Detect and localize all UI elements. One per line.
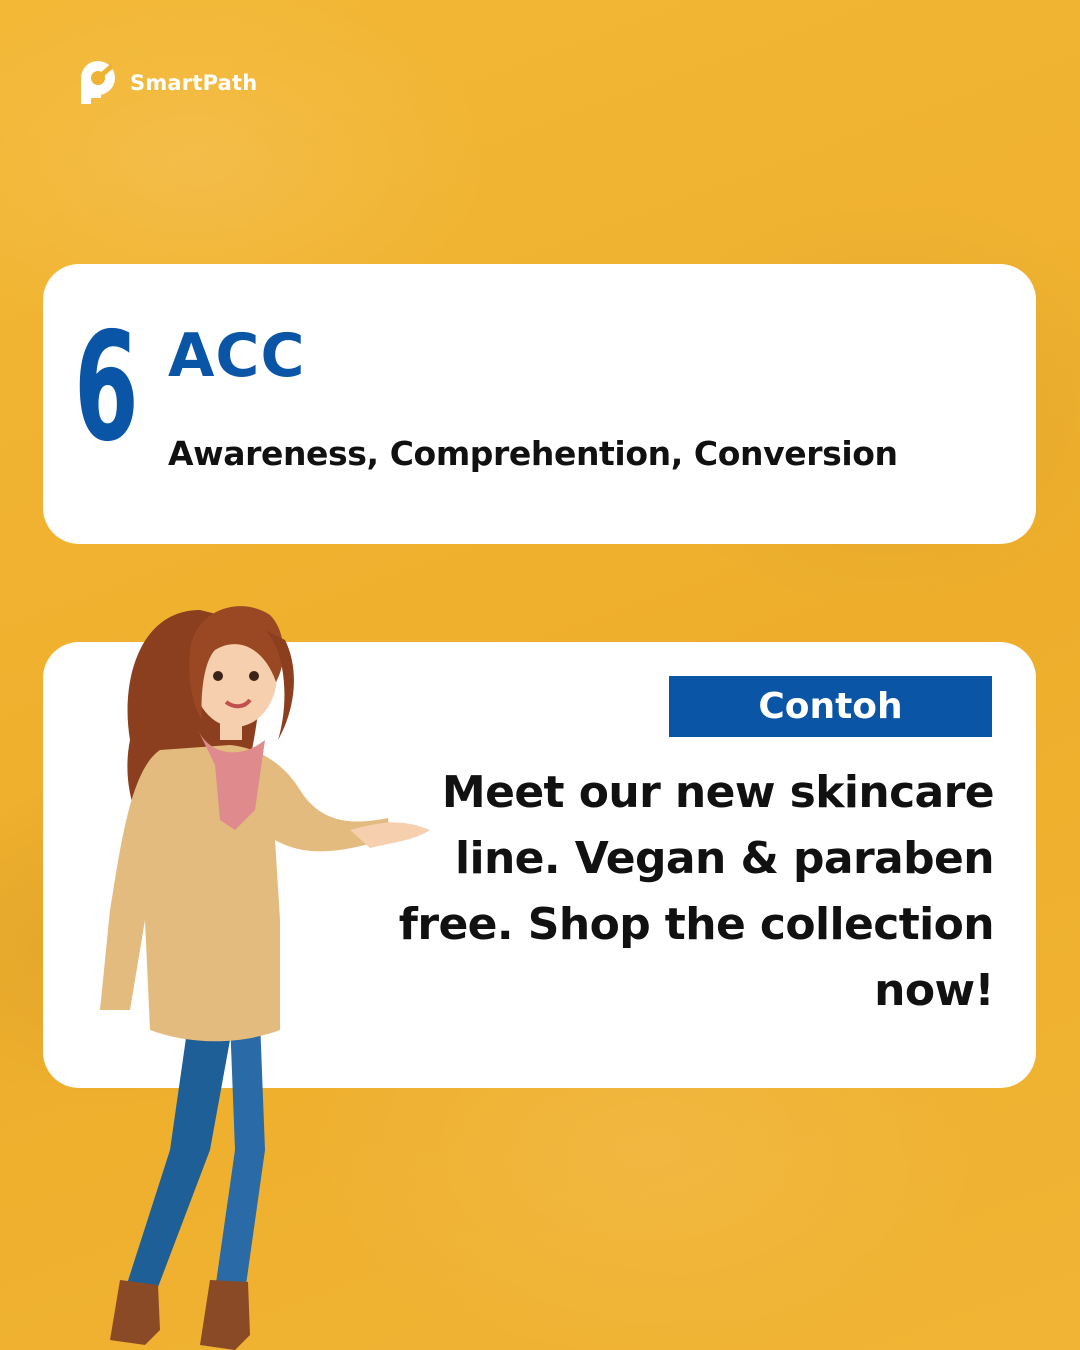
heading-card	[43, 264, 1036, 544]
brand: SmartPath	[72, 58, 257, 108]
example-text: Meet our new skincare line. Vegan & para…	[398, 767, 995, 1016]
slide-subtitle: Awareness, Comprehention, Conversion	[168, 434, 898, 473]
smartpath-logo-icon	[81, 61, 115, 104]
example-badge: Contoh	[669, 676, 992, 737]
woman-presenting-illustration	[100, 606, 430, 1350]
slide-number: 6	[74, 301, 139, 475]
brand-name: SmartPath	[130, 71, 258, 95]
slide-title: ACC	[168, 321, 306, 391]
